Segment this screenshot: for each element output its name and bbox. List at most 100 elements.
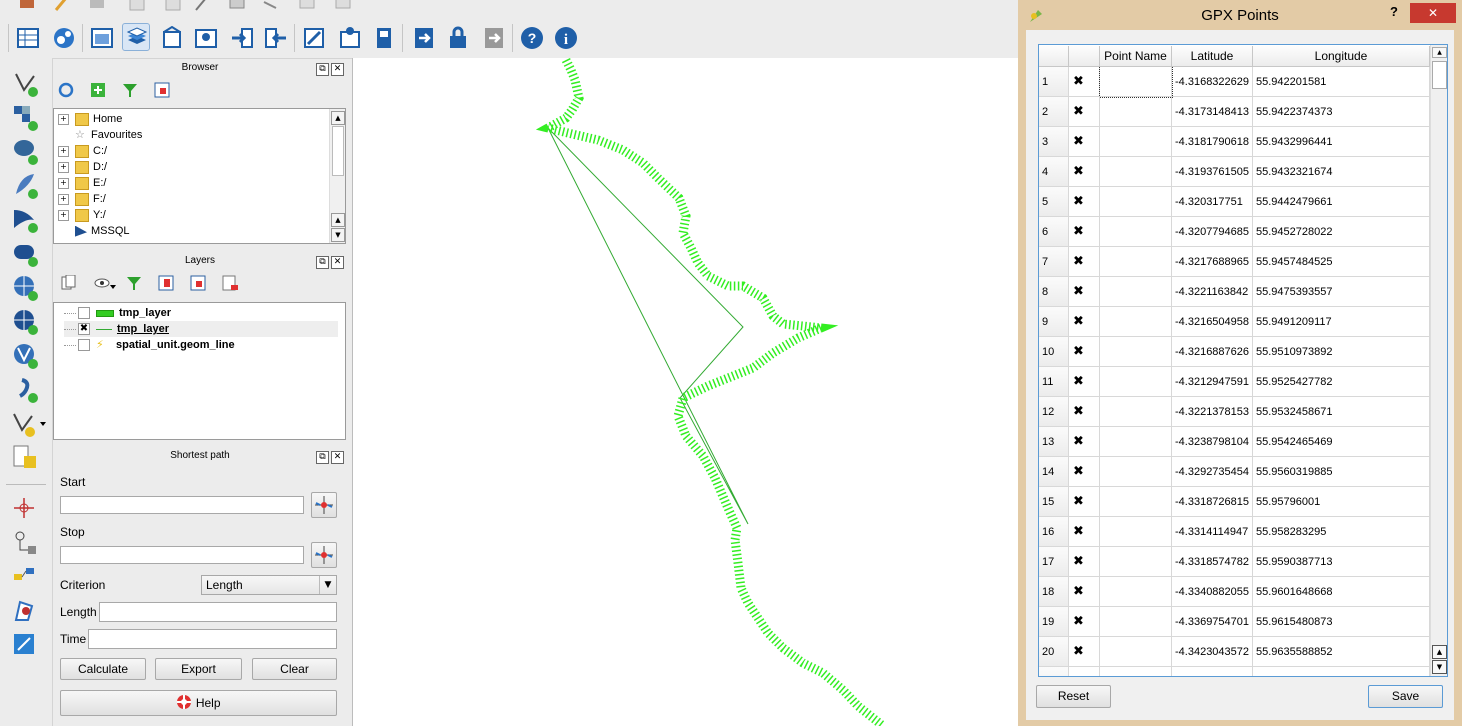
longitude-cell[interactable]: 55.942201581 (1253, 67, 1430, 97)
route-node-button[interactable] (12, 530, 40, 558)
include-checkbox[interactable]: ✖ (1069, 277, 1100, 307)
select-crosshair-button[interactable] (12, 496, 40, 524)
point-name-cell[interactable] (1100, 277, 1172, 307)
add-wcs-layer-button[interactable] (12, 308, 40, 336)
row-number[interactable]: 10 (1039, 337, 1069, 367)
scroll-up-arrow[interactable]: ▲ (331, 213, 345, 227)
plugin-icon[interactable] (20, 0, 34, 8)
add-mssql-layer-button[interactable] (12, 206, 40, 234)
latitude-cell[interactable]: -4.3181790618 (1172, 127, 1253, 157)
layer-item[interactable]: ⚡ spatial_unit.geom_line (64, 337, 338, 353)
row-number[interactable]: 16 (1039, 517, 1069, 547)
table-cell[interactable] (1172, 667, 1253, 676)
point-name-cell[interactable] (1100, 637, 1172, 667)
include-checkbox[interactable]: ✖ (1069, 67, 1100, 97)
spatial-query-button[interactable] (12, 598, 40, 626)
scroll-down-arrow[interactable]: ▼ (1432, 660, 1447, 674)
about-button[interactable]: i (552, 24, 580, 52)
undo-icon[interactable] (335, 0, 351, 9)
point-name-cell[interactable] (1100, 427, 1172, 457)
include-checkbox[interactable]: ✖ (1069, 217, 1100, 247)
float-icon[interactable]: ⧉ (316, 63, 329, 76)
clear-button[interactable]: Clear (252, 658, 337, 680)
layer-item[interactable]: ✖ tmp_layer (64, 321, 338, 337)
scroll-up-arrow[interactable]: ▲ (1432, 47, 1447, 58)
latitude-cell[interactable]: -4.3193761505 (1172, 157, 1253, 187)
browser-item[interactable]: +MSSQL (58, 223, 130, 239)
pencil-icon[interactable] (54, 0, 67, 11)
longitude-cell[interactable]: 55.9452728022 (1253, 217, 1430, 247)
table-row[interactable] (1039, 667, 1430, 676)
expand-icon[interactable]: + (58, 177, 69, 189)
table-row[interactable]: 15 ✖ -4.3318726815 55.95796001 (1039, 487, 1430, 517)
table-row[interactable]: 11 ✖ -4.3212947591 55.9525427782 (1039, 367, 1430, 397)
table-row[interactable]: 14 ✖ -4.3292735454 55.9560319885 (1039, 457, 1430, 487)
move-feature-icon[interactable] (263, 1, 277, 9)
row-number[interactable]: 7 (1039, 247, 1069, 277)
table-row[interactable]: 4 ✖ -4.3193761505 55.9432321674 (1039, 157, 1430, 187)
browser-item[interactable]: + E:/ (58, 175, 106, 191)
header-checkbox[interactable] (1069, 46, 1100, 67)
new-layer-dropdown-button[interactable] (12, 410, 46, 438)
delete-icon[interactable] (229, 0, 245, 9)
longitude-cell[interactable]: 55.9475393557 (1253, 277, 1430, 307)
feature-links-button[interactable] (12, 564, 40, 592)
longitude-cell[interactable]: 55.9510973892 (1253, 337, 1430, 367)
longitude-cell[interactable]: 55.9432321674 (1253, 157, 1430, 187)
login-button[interactable] (410, 24, 438, 52)
add-icon[interactable] (90, 82, 106, 98)
include-checkbox[interactable]: ✖ (1069, 577, 1100, 607)
table-row[interactable]: 19 ✖ -4.3369754701 55.9615480873 (1039, 607, 1430, 637)
latitude-cell[interactable]: -4.3216887626 (1172, 337, 1253, 367)
table-row[interactable]: 17 ✖ -4.3318574782 55.9590387713 (1039, 547, 1430, 577)
close-icon[interactable]: ✕ (331, 63, 344, 76)
longitude-cell[interactable]: 55.9601648668 (1253, 577, 1430, 607)
include-checkbox[interactable]: ✖ (1069, 547, 1100, 577)
float-icon[interactable]: ⧉ (316, 451, 329, 464)
latitude-cell[interactable]: -4.3318726815 (1172, 487, 1253, 517)
include-checkbox[interactable]: ✖ (1069, 637, 1100, 667)
export-button[interactable]: Export (155, 658, 242, 680)
latitude-cell[interactable]: -4.3318574782 (1172, 547, 1253, 577)
longitude-cell[interactable]: 55.9491209117 (1253, 307, 1430, 337)
scroll-up-arrow[interactable]: ▲ (331, 111, 345, 125)
length-field[interactable] (99, 602, 337, 622)
longitude-cell[interactable]: 55.9457484525 (1253, 247, 1430, 277)
expand-icon[interactable]: + (58, 161, 69, 173)
latitude-cell[interactable]: -4.3173148413 (1172, 97, 1253, 127)
include-checkbox[interactable]: ✖ (1069, 127, 1100, 157)
dialog-close-button[interactable]: ✕ (1410, 3, 1456, 23)
help-button[interactable]: Help (60, 690, 337, 716)
point-name-cell[interactable] (1099, 67, 1173, 98)
include-checkbox[interactable]: ✖ (1069, 187, 1100, 217)
layer-styling-icon[interactable] (60, 275, 76, 291)
attribute-table-button[interactable] (14, 24, 42, 52)
latitude-cell[interactable]: -4.3369754701 (1172, 607, 1253, 637)
longitude-cell[interactable]: 55.9422374373 (1253, 97, 1430, 127)
start-input[interactable] (60, 496, 304, 514)
point-name-cell[interactable] (1100, 487, 1172, 517)
row-number[interactable]: 20 (1039, 637, 1069, 667)
paste-icon[interactable] (299, 0, 315, 9)
device-button[interactable] (370, 24, 398, 52)
save-button[interactable]: Save (1368, 685, 1443, 708)
close-icon[interactable]: ✕ (331, 451, 344, 464)
longitude-cell[interactable]: 55.9532458671 (1253, 397, 1430, 427)
refresh-icon[interactable] (58, 82, 74, 98)
table-row[interactable]: 20 ✖ -4.3423043572 55.9635588852 (1039, 637, 1430, 667)
longitude-cell[interactable]: 55.9635588852 (1253, 637, 1430, 667)
chevron-down-icon[interactable]: ▼ (319, 576, 336, 594)
row-number[interactable]: 13 (1039, 427, 1069, 457)
point-name-cell[interactable] (1100, 367, 1172, 397)
expand-icon[interactable]: + (58, 193, 69, 205)
eye-icon[interactable] (94, 275, 116, 291)
table-cell[interactable] (1253, 667, 1430, 676)
point-name-cell[interactable] (1100, 607, 1172, 637)
table-row[interactable]: 8 ✖ -4.3221163842 55.9475393557 (1039, 277, 1430, 307)
latitude-cell[interactable]: -4.3314114947 (1172, 517, 1253, 547)
point-name-cell[interactable] (1100, 127, 1172, 157)
row-number[interactable]: 17 (1039, 547, 1069, 577)
layer-visibility-checkbox[interactable]: ✖ (78, 323, 90, 336)
map-tips-button[interactable] (192, 24, 220, 52)
table-row[interactable]: 2 ✖ -4.3173148413 55.9422374373 (1039, 97, 1430, 127)
